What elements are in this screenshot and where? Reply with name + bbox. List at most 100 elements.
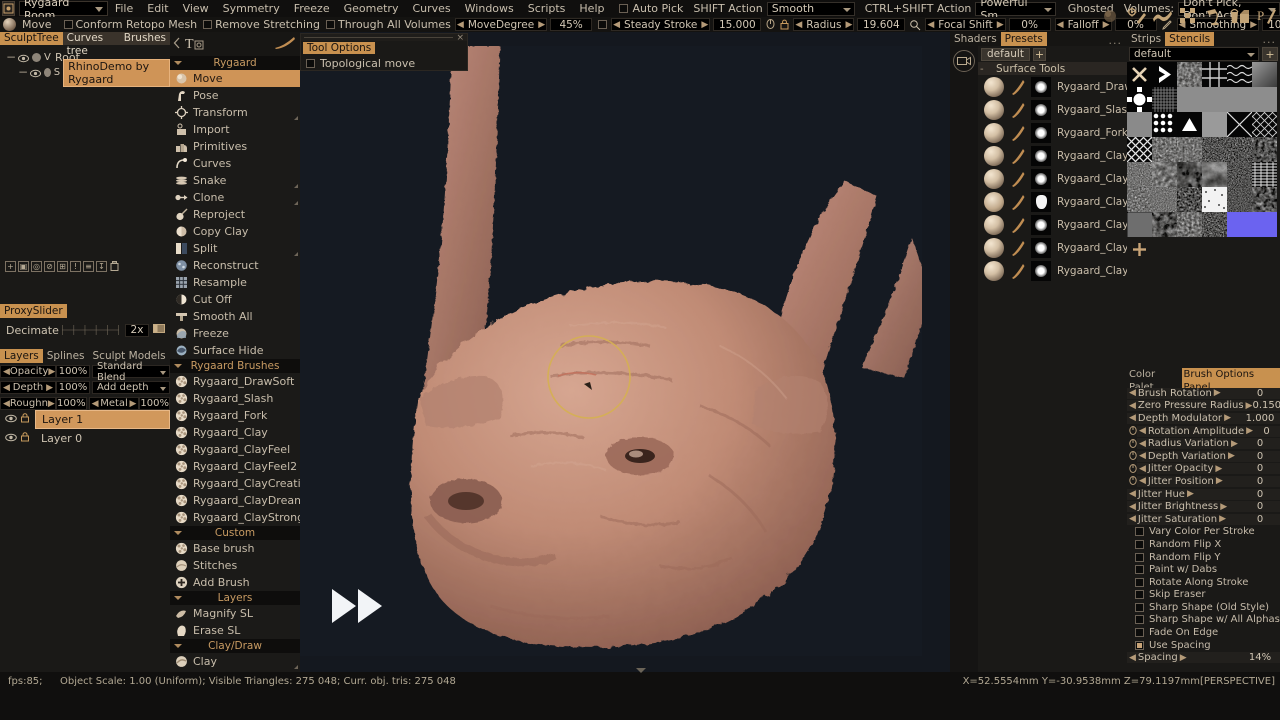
dark-grain-stencil[interactable]: [1202, 212, 1227, 237]
left-arrow-icon[interactable]: ◀: [92, 399, 99, 409]
collapse-icon[interactable]: −: [18, 66, 28, 78]
tool-item-copy-clay[interactable]: Copy Clay: [170, 223, 300, 240]
stencils-tab-stencils[interactable]: Stencils: [1165, 32, 1215, 46]
tool-item-rygaard-claycreations[interactable]: Rygaard_ClayCreations: [170, 475, 320, 492]
conform-retopo-mesh-toggle[interactable]: Conform Retopo Mesh: [58, 18, 197, 31]
move-degree-value[interactable]: 45%: [550, 18, 593, 31]
left-arrow-icon[interactable]: ◀: [1129, 514, 1136, 524]
dark-speckle-stencil[interactable]: [1202, 137, 1227, 162]
sparse-dark-stencil[interactable]: [1227, 187, 1252, 212]
layer-name-label[interactable]: Layer 1: [35, 410, 170, 429]
spacing-slider[interactable]: ◀ Spacing ▶: [1127, 652, 1240, 664]
visibility-eye-icon[interactable]: [5, 413, 17, 426]
fine-plaid-stencil[interactable]: [1127, 212, 1152, 237]
preset-item[interactable]: Rygaard_Clay: [978, 144, 1128, 167]
right-arrow-icon[interactable]: ▶: [1224, 413, 1231, 423]
right-arrow-icon[interactable]: ▶: [1246, 426, 1253, 436]
spacing-value[interactable]: 14%: [1240, 652, 1280, 664]
list-icon[interactable]: ≡: [83, 260, 94, 272]
menu-symmetry[interactable]: Symmetry: [216, 0, 287, 17]
right-arrow-icon[interactable]: ▶: [129, 399, 136, 409]
flat-gray-stencil-3[interactable]: [1227, 87, 1252, 112]
right-arrow-icon[interactable]: ▶: [996, 20, 1005, 30]
tool-group-layers[interactable]: Layers: [170, 591, 300, 605]
option-slider[interactable]: ◀ Jitter Brightness ▶: [1127, 501, 1240, 513]
tool-item-curves[interactable]: Curves: [170, 155, 300, 172]
remove-stretching-toggle[interactable]: Remove Stretching: [197, 18, 320, 31]
white-spot-stencil[interactable]: [1202, 187, 1227, 212]
preset-item[interactable]: Rygaard_Slash: [978, 98, 1134, 121]
tool-group-rygaard[interactable]: Rygaard: [170, 56, 300, 70]
flat-gray-stencil-5[interactable]: [1127, 112, 1152, 137]
flat-gray-stencil-2[interactable]: [1202, 87, 1227, 112]
blue-stencil-2[interactable]: [1252, 212, 1277, 237]
add-stencil-tile[interactable]: [1127, 237, 1152, 262]
bucket-icon[interactable]: [1228, 4, 1252, 28]
option-slider[interactable]: ◀ Jitter Position ▶: [1137, 475, 1240, 487]
conform-checkbox[interactable]: [63, 20, 73, 29]
back-arrow-icon[interactable]: [173, 37, 182, 52]
tool-item-move[interactable]: Move: [170, 70, 300, 87]
right-arrow-icon[interactable]: ▶: [1219, 514, 1226, 524]
export-icon[interactable]: ↧: [96, 260, 107, 272]
info-icon[interactable]: !: [70, 260, 81, 272]
panel-collapse-icon[interactable]: [636, 668, 646, 673]
focal-shift-value[interactable]: 0%: [1008, 18, 1051, 31]
option-value[interactable]: 0: [1253, 425, 1280, 437]
option-slider[interactable]: ◀ Jitter Saturation ▶: [1127, 513, 1240, 525]
option-slider[interactable]: ◀ Rotation Amplitude ▶: [1137, 425, 1254, 437]
right-arrow-icon[interactable]: ▶: [46, 383, 53, 393]
add-stencil-button[interactable]: +: [1262, 47, 1278, 61]
visibility-eye-icon[interactable]: [30, 68, 41, 78]
right-arrow-icon[interactable]: ▶: [1187, 489, 1194, 499]
magnifier-icon[interactable]: [909, 18, 921, 31]
layers-tab-layers[interactable]: Layers: [0, 349, 43, 363]
shift-action-dropdown[interactable]: Smooth: [766, 1, 855, 16]
left-arrow-icon[interactable]: ◀: [1129, 388, 1136, 398]
preset-camera-icon[interactable]: [953, 50, 975, 72]
duplicate-icon[interactable]: ▣: [18, 260, 29, 272]
option-value[interactable]: 0: [1240, 387, 1280, 399]
triangle-stencil[interactable]: [1177, 112, 1202, 137]
right-arrow-icon[interactable]: ▶: [48, 399, 55, 409]
blue-stencil-1[interactable]: [1227, 212, 1252, 237]
option-slider[interactable]: ◀ Radius Variation ▶: [1137, 438, 1240, 450]
layers-tab-splines[interactable]: Splines: [43, 349, 89, 363]
crackle-stencil[interactable]: [1127, 187, 1152, 212]
tree-node-label[interactable]: RhinoDemo by Rygaard: [63, 58, 170, 87]
flat-gray-stencil-1[interactable]: [1177, 87, 1202, 112]
blotch-stencil[interactable]: [1252, 187, 1277, 212]
pressure-lock-icon[interactable]: [1129, 451, 1137, 461]
left-arrow-icon[interactable]: ◀: [3, 399, 10, 409]
prop-opacity-spinner[interactable]: ◀ Opacity ▶: [0, 365, 56, 378]
option-value[interactable]: 0: [1240, 438, 1280, 450]
tree-row[interactable]: − S RhinoDemo by Rygaard: [0, 58, 170, 87]
decimate-value[interactable]: 2x: [125, 323, 149, 337]
tool-item-clone[interactable]: Clone: [170, 189, 300, 206]
prop-depth-spinner[interactable]: ◀ Depth ▶: [0, 381, 56, 394]
submenu-indicator-icon[interactable]: [294, 184, 298, 188]
tool-item-reconstruct[interactable]: Reconstruct: [170, 257, 300, 274]
left-arrow-icon[interactable]: ◀: [794, 20, 803, 30]
preset-set-name[interactable]: default: [981, 47, 1030, 61]
grain-stencil[interactable]: [1127, 162, 1152, 187]
option-slider[interactable]: ◀ Brush Rotation ▶: [1127, 387, 1240, 399]
menu-freeze[interactable]: Freeze: [287, 0, 337, 17]
option-slider[interactable]: ◀ Jitter Opacity ▶: [1137, 463, 1240, 475]
tool-item-erase-sl[interactable]: Erase SL: [170, 622, 300, 639]
pressure-lock-icon[interactable]: [1129, 476, 1137, 486]
steady-stroke-spinner[interactable]: ◀ Steady Stroke ▶: [611, 18, 711, 31]
tool-item-stitches[interactable]: Stitches: [170, 557, 300, 574]
pressure-lock-icon[interactable]: [1129, 463, 1137, 474]
right-arrow-icon[interactable]: ▶: [700, 20, 709, 30]
visibility-eye-icon[interactable]: [5, 432, 17, 445]
option-slider[interactable]: ◀ Depth Variation ▶: [1137, 450, 1240, 462]
tool-item-snake[interactable]: Snake: [170, 172, 300, 189]
layer-color-dot[interactable]: [44, 68, 51, 77]
circle-cross-stencil[interactable]: [1127, 87, 1152, 112]
room-selector[interactable]: Rygaard Room: [19, 0, 108, 22]
menu-view[interactable]: View: [176, 0, 216, 17]
auto-pick-toggle[interactable]: Auto Pick: [619, 2, 683, 15]
topological-move-checkbox[interactable]: [306, 59, 315, 68]
through-all-volumes-toggle[interactable]: Through All Volumes: [320, 18, 451, 31]
